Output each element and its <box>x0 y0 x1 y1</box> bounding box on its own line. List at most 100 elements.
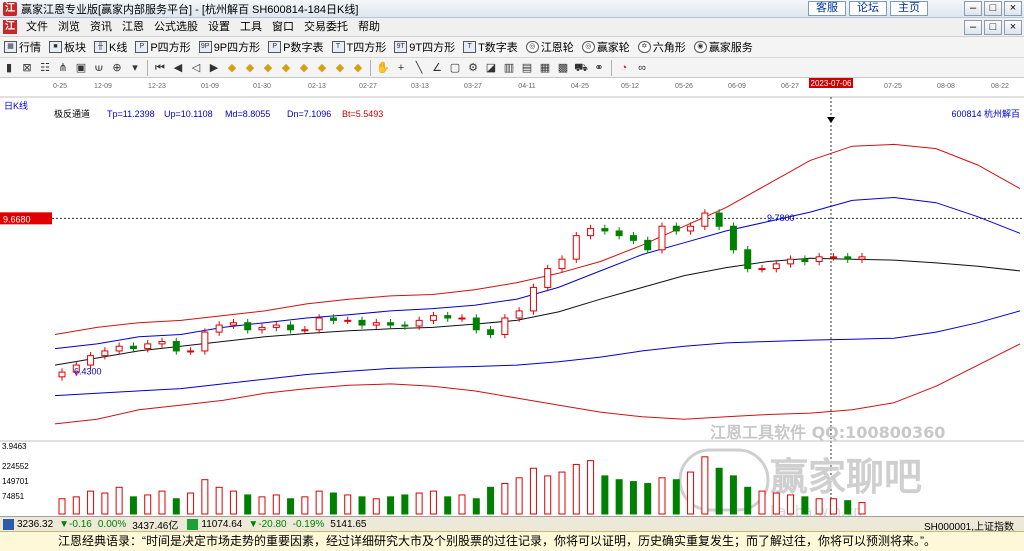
candle-body <box>87 355 95 366</box>
low-label: 6.4300 <box>74 367 102 377</box>
pattern-icon[interactable]: ⊠ <box>19 60 35 76</box>
candle-body <box>615 230 623 237</box>
prev-icon[interactable]: ◀ <box>170 60 186 76</box>
menu-browse[interactable]: 浏览 <box>53 18 85 37</box>
toolbar-btn-9p-square[interactable]: 9P 9P四方形 <box>195 38 264 57</box>
diamond-icon[interactable]: ◆ <box>350 60 366 76</box>
tree-icon[interactable]: ⟒ <box>91 60 107 76</box>
menu-file[interactable]: 文件 <box>21 18 53 37</box>
candle-body <box>329 317 337 321</box>
candle-body <box>315 317 323 331</box>
toolbar-btn-hexagon[interactable]: ✡ 六角形 <box>634 38 690 57</box>
close-icon[interactable]: × <box>1004 1 1022 16</box>
first-icon[interactable]: ⏮ <box>152 60 168 76</box>
car-icon[interactable]: ⛟ <box>573 60 589 76</box>
color-icon[interactable]: ◪ <box>483 60 499 76</box>
volume-bar <box>444 496 452 515</box>
doc-icon[interactable]: ▦ <box>537 60 553 76</box>
menu-trade[interactable]: 交易委托 <box>299 18 353 37</box>
status-bar: 3236.32 ▼-0.16 0.00% 3437.46亿 11074.64 ▼… <box>0 516 1024 533</box>
back-icon[interactable]: ◁ <box>188 60 204 76</box>
diamond-icon[interactable]: ◆ <box>224 60 240 76</box>
toolbar-btn-t-square[interactable]: T T四方形 <box>328 38 391 57</box>
bars-icon[interactable]: ▮ <box>1 60 17 76</box>
menu-formula[interactable]: 公式选股 <box>149 18 203 37</box>
toolbar-btn-p-square[interactable]: P P四方形 <box>131 38 194 57</box>
square-icon[interactable]: ▢ <box>447 60 463 76</box>
diamond-icon[interactable]: ◆ <box>260 60 276 76</box>
ruler-icon[interactable]: ▥ <box>501 60 517 76</box>
minimize-icon[interactable]: – <box>964 1 982 16</box>
restore-icon[interactable]: □ <box>984 1 1002 16</box>
date-tick: 02-27 <box>359 83 377 90</box>
doc-restore-icon[interactable]: □ <box>984 20 1002 35</box>
calc-icon[interactable]: ▩ <box>555 60 571 76</box>
toolbar-btn-p-table[interactable]: P P数字表 <box>264 38 327 57</box>
link-kefu[interactable]: 客服 <box>808 1 846 16</box>
menu-window[interactable]: 窗口 <box>267 18 299 37</box>
line-icon[interactable]: ╲ <box>411 60 427 76</box>
chart-canvas[interactable]: 0-25 12-09 12-23 01-09 01-30 02-13 02-27 03-13 0… <box>0 78 1024 516</box>
hand-icon[interactable]: ✋ <box>375 60 391 76</box>
note-icon[interactable]: ▤ <box>519 60 535 76</box>
box-icon[interactable]: ▣ <box>73 60 89 76</box>
angle-icon[interactable]: ∠ <box>429 60 445 76</box>
pie-icon[interactable]: ◔ <box>616 60 632 76</box>
diamond-icon[interactable]: ◆ <box>314 60 330 76</box>
menu-help[interactable]: 帮助 <box>353 18 385 37</box>
indicator-value: Up=10.1108 <box>164 109 213 119</box>
next-icon[interactable]: ▶ <box>206 60 222 76</box>
plus-icon[interactable]: + <box>393 60 409 76</box>
toolbar-btn-9t-square[interactable]: 9T 9T四方形 <box>390 38 459 57</box>
kline-chart[interactable]: 0-25 12-09 12-23 01-09 01-30 02-13 02-27 03-13 0… <box>0 78 1024 516</box>
cross-icon[interactable]: ⊕ <box>109 60 125 76</box>
link-icon[interactable]: ⚭ <box>591 60 607 76</box>
diamond-icon[interactable]: ◆ <box>296 60 312 76</box>
channel-line-dn <box>54 310 1021 397</box>
ladder-icon[interactable]: ☷ <box>37 60 53 76</box>
indicator-value: Bt=5.5493 <box>342 109 383 119</box>
diamond-icon[interactable]: ◆ <box>278 60 294 76</box>
date-tick: 04-11 <box>518 83 535 90</box>
diamond-icon[interactable]: ◆ <box>242 60 258 76</box>
toolbar-label: P四方形 <box>150 42 191 54</box>
menu-bar: 江 文件 浏览 资讯 江恩 公式选股 设置 工具 窗口 交易委托 帮助 – □ … <box>0 18 1024 37</box>
date-tick: 0-25 <box>53 83 67 90</box>
toolbar-btn-gann-wheel[interactable]: ◎ 江恩轮 <box>522 38 578 57</box>
toolbar-label: T数字表 <box>478 42 518 54</box>
menu-gann[interactable]: 江恩 <box>117 18 149 37</box>
gear-icon[interactable]: ⚙ <box>465 60 481 76</box>
9t-square-icon: 9T <box>394 41 408 53</box>
p-square-icon: P <box>135 41 149 53</box>
toolbar-btn-block[interactable]: ■ 板块 <box>45 38 90 57</box>
menu-info[interactable]: 资讯 <box>85 18 117 37</box>
doc-close-icon[interactable]: × <box>1004 20 1022 35</box>
candle-body <box>58 371 66 378</box>
volume-bar <box>158 490 166 515</box>
candle-body <box>501 317 509 335</box>
doc-minimize-icon[interactable]: – <box>964 20 982 35</box>
date-tick: 12-09 <box>94 83 112 90</box>
candle-body <box>529 286 537 312</box>
toolbar-btn-kline[interactable]: ╫ K线 <box>90 38 131 57</box>
date-tick: 04-25 <box>571 83 589 90</box>
toolbar-btn-t-table[interactable]: T T数字表 <box>459 38 522 57</box>
window-title: 赢家江恩专业版[赢家内部服务平台] - [杭州解百 SH600814-184日K… <box>21 3 359 16</box>
index1-value: 3236.32 <box>17 518 54 530</box>
candle-body <box>729 225 737 251</box>
channel-line-tp <box>54 143 1021 335</box>
toolbar-btn-winner-wheel[interactable]: ◎ 赢家轮 <box>578 38 634 57</box>
link-luntan[interactable]: 论坛 <box>849 1 887 16</box>
toolbar-btn-service[interactable]: ◉ 赢家服务 <box>690 38 757 57</box>
menu-settings[interactable]: 设置 <box>203 18 235 37</box>
link-zhuye[interactable]: 主页 <box>890 1 928 16</box>
candle-body <box>258 326 266 331</box>
menu-tools[interactable]: 工具 <box>235 18 267 37</box>
dropdown-icon[interactable]: ▾ <box>127 60 143 76</box>
toolbar-label: 行情 <box>19 42 41 54</box>
date-tick: 07-25 <box>884 83 902 90</box>
infinity-icon[interactable]: ∞ <box>634 60 650 76</box>
toolbar-btn-grid[interactable]: ▦ 行情 <box>0 38 45 57</box>
diamond-icon[interactable]: ◆ <box>332 60 348 76</box>
fan-icon[interactable]: ⋔ <box>55 60 71 76</box>
